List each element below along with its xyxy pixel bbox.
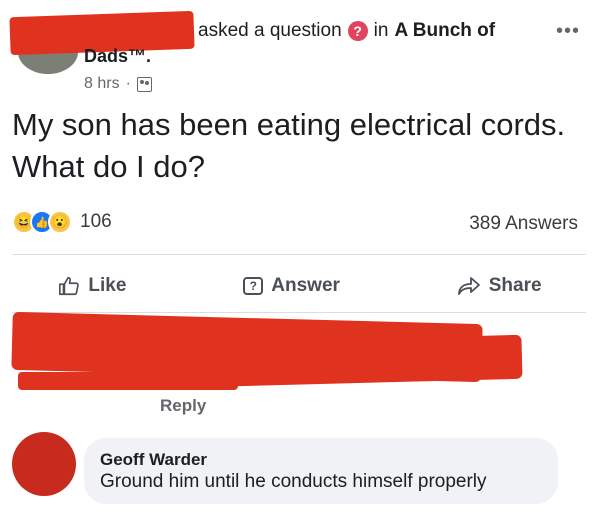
reply-bubble: Geoff Warder Ground him until he conduct…	[84, 438, 558, 504]
question-badge-icon: ?	[347, 21, 368, 41]
post-time[interactable]: 8 hrs	[84, 75, 120, 93]
thumbs-up-icon	[59, 276, 80, 296]
reply-link[interactable]: Reply	[160, 396, 206, 416]
share-button[interactable]: Share	[457, 275, 542, 297]
reactions-summary[interactable]: 😆 👍 😮 106	[12, 210, 112, 234]
like-button[interactable]: Like	[58, 275, 126, 297]
reply-text: Ground him until he conducts himself pro…	[100, 471, 487, 492]
group-name-link[interactable]: A Bunch of	[394, 20, 495, 42]
reply-author-name[interactable]: Geoff Warder	[100, 450, 542, 470]
divider	[12, 254, 586, 255]
redacted-comment	[18, 372, 238, 390]
more-options-icon[interactable]: •••	[556, 20, 580, 43]
reply-author-avatar[interactable]	[12, 432, 76, 496]
answers-count-link[interactable]: 389 Answers	[469, 213, 578, 235]
group-name-link-cont[interactable]: Dads™.	[84, 46, 151, 67]
answer-icon: ?	[243, 277, 264, 295]
action-bar: Like ? Answer Share	[0, 266, 600, 306]
answer-label: Answer	[271, 275, 340, 296]
post-meta: 8 hrs ·	[84, 75, 152, 93]
action-text: asked a question	[198, 20, 342, 41]
answer-button[interactable]: ? Answer	[243, 275, 340, 297]
share-label: Share	[488, 275, 542, 296]
audience-icon[interactable]	[136, 76, 152, 92]
divider	[12, 312, 586, 313]
question-text: My son has been eating electrical cords.…	[12, 107, 566, 184]
wow-reaction-icon: 😮	[48, 210, 72, 234]
in-text: in	[373, 20, 389, 41]
post-header-line: asked a question ? in A Bunch of	[198, 20, 495, 42]
like-label: Like	[88, 275, 127, 296]
share-arrow-icon	[457, 277, 480, 295]
meta-separator: ·	[125, 75, 131, 92]
reactions-count: 106	[80, 211, 112, 232]
